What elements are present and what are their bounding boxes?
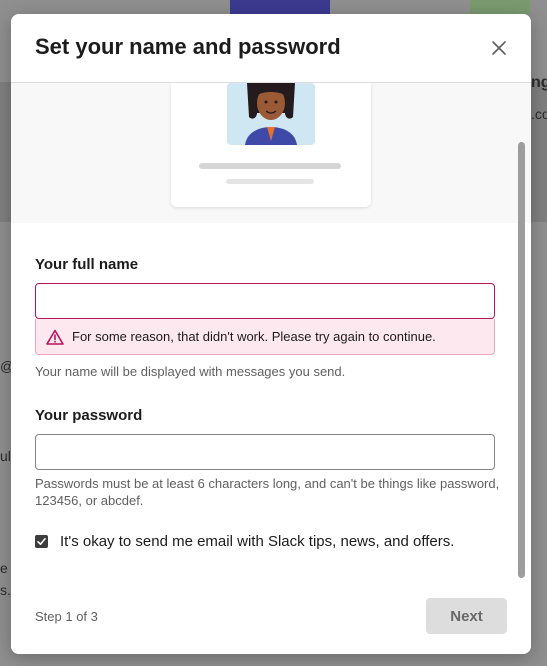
full-name-error: For some reason, that didn't work. Pleas… bbox=[35, 319, 495, 355]
dialog-title: Set your name and password bbox=[35, 34, 341, 59]
preview-title-placeholder bbox=[226, 179, 314, 184]
warning-icon bbox=[46, 329, 64, 345]
preview-name-placeholder bbox=[199, 163, 341, 169]
profile-preview-area bbox=[11, 83, 531, 223]
email-opt-in-row: It's okay to send me email with Slack ti… bbox=[35, 533, 454, 550]
step-indicator: Step 1 of 3 bbox=[35, 609, 98, 624]
background-text: ng bbox=[531, 74, 547, 91]
background-text: e bbox=[0, 560, 8, 576]
password-label: Your password bbox=[35, 407, 143, 424]
email-opt-in-checkbox[interactable] bbox=[35, 535, 48, 548]
password-input[interactable] bbox=[35, 434, 495, 470]
full-name-label: Your full name bbox=[35, 256, 139, 273]
dialog-body: Your full name For some reason, that did… bbox=[11, 83, 531, 588]
full-name-hint: Your name will be displayed with message… bbox=[35, 364, 346, 379]
email-opt-in-label: It's okay to send me email with Slack ti… bbox=[60, 533, 455, 550]
background-text: .co bbox=[531, 106, 547, 122]
avatar-illustration bbox=[227, 83, 315, 145]
close-button[interactable] bbox=[485, 34, 513, 62]
set-name-password-dialog: Set your name and password Your full nam… bbox=[11, 14, 531, 654]
dialog-footer: Step 1 of 3 Next bbox=[11, 588, 531, 654]
error-message: For some reason, that didn't work. Pleas… bbox=[72, 329, 436, 344]
dialog-header: Set your name and password bbox=[11, 14, 531, 83]
full-name-input[interactable] bbox=[35, 283, 495, 319]
profile-preview-card bbox=[171, 83, 371, 207]
background-illustration-2 bbox=[470, 0, 530, 14]
password-hint: Passwords must be at least 6 characters … bbox=[35, 476, 500, 508]
next-button[interactable]: Next bbox=[426, 598, 507, 634]
background-illustration bbox=[230, 0, 330, 14]
close-icon bbox=[492, 41, 506, 55]
background-text: s. bbox=[0, 582, 11, 598]
dialog-scrollbar[interactable] bbox=[518, 142, 525, 578]
background-text: ul bbox=[0, 448, 11, 464]
checkmark-icon bbox=[37, 538, 46, 545]
